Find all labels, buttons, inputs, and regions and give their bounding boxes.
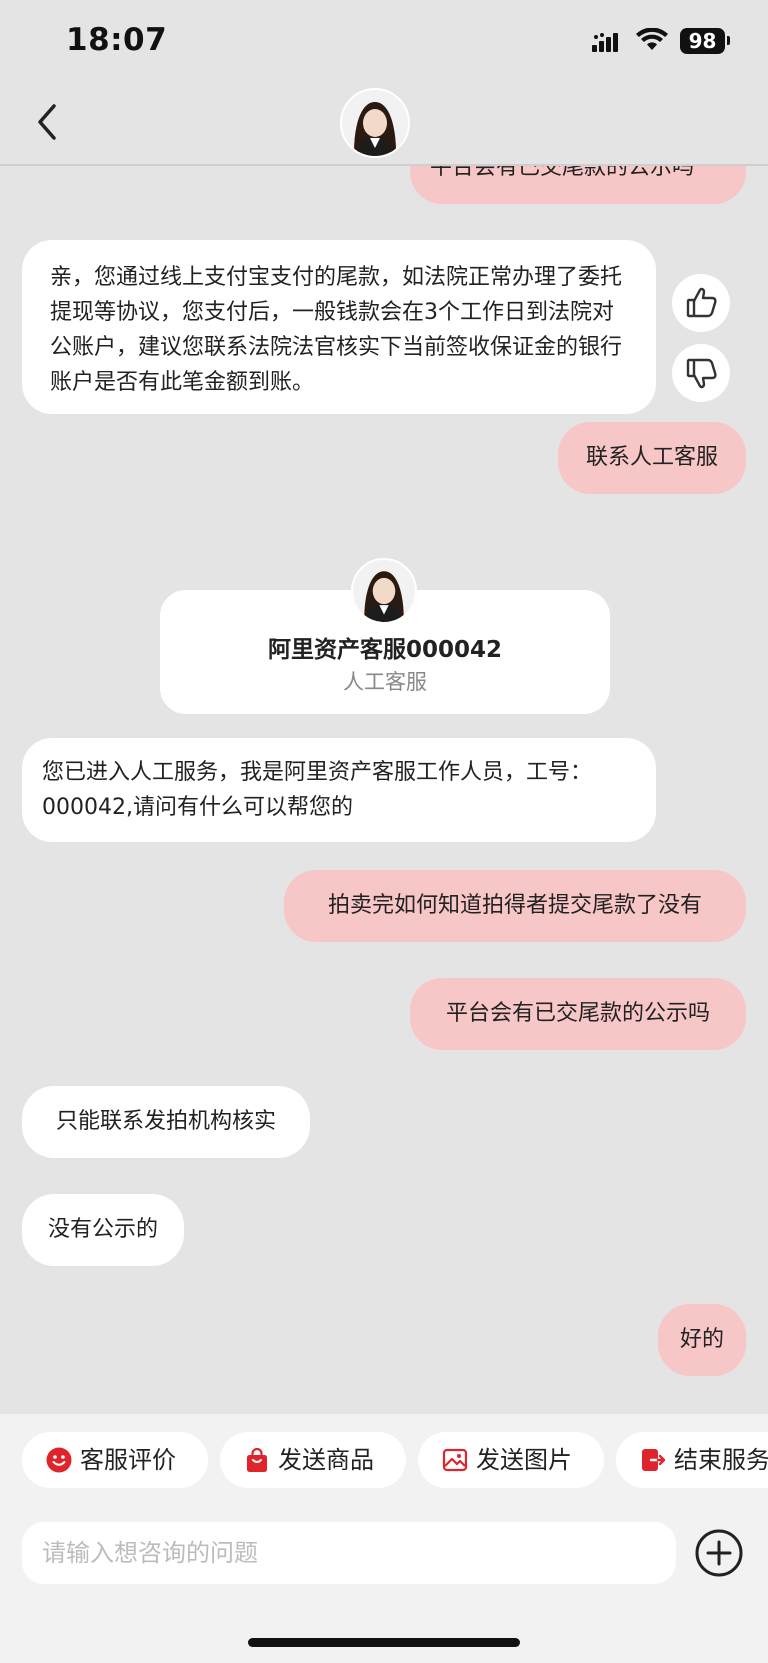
shopping-bag-icon xyxy=(247,1447,267,1472)
smiley-icon xyxy=(46,1447,72,1473)
agent-name: 阿里资产客服000042 xyxy=(267,637,503,663)
end-service-label: 结束服务 xyxy=(674,1446,768,1474)
agent-avatar-icon xyxy=(351,558,417,624)
status-bar: 18:07 98 xyxy=(0,0,768,82)
home-indicator xyxy=(248,1638,520,1647)
agent-message: 您已进入人工服务，我是阿里资产客服工作人员，工号：000042,请问有什么可以帮… xyxy=(22,738,656,842)
plus-circle-icon[interactable] xyxy=(694,1528,744,1578)
agent-message: 亲，您通过线上支付宝支付的尾款，如法院正常办理了委托提现等协议，您支付后，一般钱… xyxy=(22,240,656,414)
wifi-icon xyxy=(636,28,668,50)
bottom-toolbar: 客服评价 发送商品 发送图片 结束服务 请输入想咨询的问题 xyxy=(0,1414,768,1663)
thumbs-down-button[interactable] xyxy=(672,344,730,402)
image-icon xyxy=(442,1448,468,1472)
chat-message-list[interactable]: 平台会有已交尾款的公示吗 亲，您通过线上支付宝支付的尾款，如法院正常办理了委托提… xyxy=(0,164,768,1414)
user-message: 联系人工客服 xyxy=(558,422,746,494)
thumbs-up-button[interactable] xyxy=(672,274,730,332)
thumbs-up-icon xyxy=(686,287,717,318)
chat-header xyxy=(0,82,768,166)
battery-indicator: 98 xyxy=(680,28,725,54)
end-service-button[interactable]: 结束服务 xyxy=(616,1432,768,1488)
user-message: 平台会有已交尾款的公示吗 xyxy=(410,978,746,1050)
send-product-button[interactable]: 发送商品 xyxy=(220,1432,406,1488)
agent-message: 没有公示的 xyxy=(22,1194,184,1266)
user-message: 好的 xyxy=(658,1304,746,1376)
agent-message: 只能联系发拍机构核实 xyxy=(22,1086,310,1158)
agent-avatar-icon[interactable] xyxy=(340,88,410,158)
rate-service-button[interactable]: 客服评价 xyxy=(22,1432,208,1488)
thumbs-down-icon xyxy=(686,358,717,389)
user-message: 平台会有已交尾款的公示吗 xyxy=(410,164,746,204)
exit-icon xyxy=(642,1449,666,1471)
message-input[interactable]: 请输入想咨询的问题 xyxy=(22,1522,676,1584)
user-message: 拍卖完如何知道拍得者提交尾款了没有 xyxy=(284,870,746,942)
status-time: 18:07 xyxy=(66,22,168,58)
send-product-label: 发送商品 xyxy=(278,1446,374,1474)
rate-service-label: 客服评价 xyxy=(80,1446,176,1474)
send-image-button[interactable]: 发送图片 xyxy=(418,1432,604,1488)
chevron-left-icon[interactable] xyxy=(28,100,68,144)
agent-role: 人工客服 xyxy=(343,670,427,694)
battery-tip xyxy=(727,36,730,45)
send-image-label: 发送图片 xyxy=(476,1446,572,1474)
cellular-signal-icon xyxy=(592,33,618,52)
